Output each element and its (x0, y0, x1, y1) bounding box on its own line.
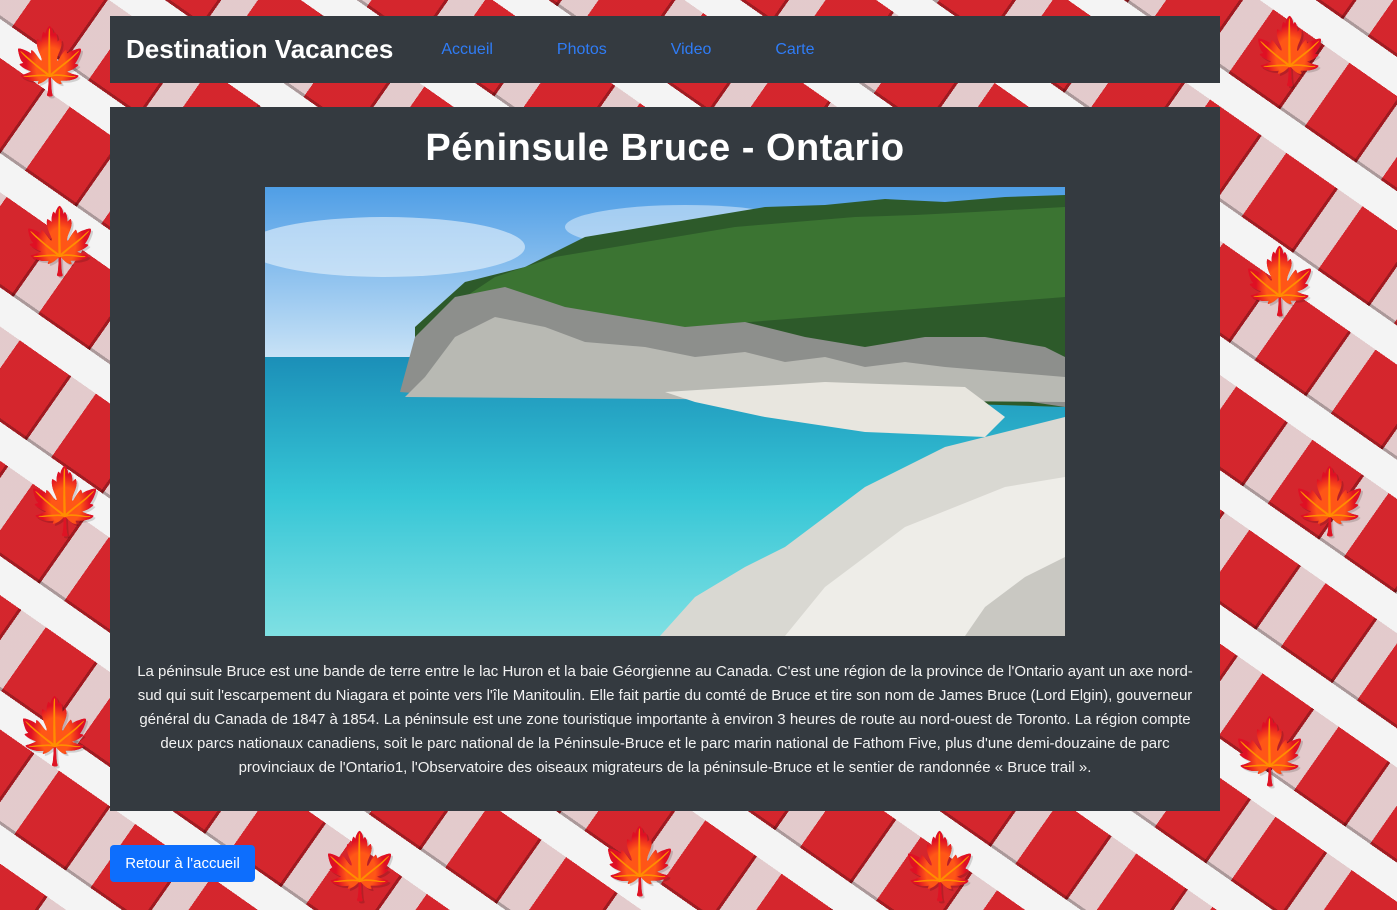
maple-leaf-icon: 🍁 (25, 465, 105, 539)
nav-link-accueil[interactable]: Accueil (441, 41, 493, 59)
nav-link-video[interactable]: Video (671, 41, 712, 59)
bruce-peninsula-photo (265, 187, 1065, 636)
nav-link-carte[interactable]: Carte (775, 41, 814, 59)
back-home-button[interactable]: Retour à l'accueil (110, 845, 255, 882)
maple-leaf-icon: 🍁 (900, 830, 980, 904)
maple-leaf-icon: 🍁 (15, 695, 95, 769)
maple-leaf-icon: 🍁 (1250, 15, 1330, 89)
maple-leaf-icon: 🍁 (20, 205, 100, 279)
landscape-illustration (265, 187, 1065, 636)
maple-leaf-icon: 🍁 (1290, 465, 1370, 539)
nav-link-photos[interactable]: Photos (557, 41, 607, 59)
top-navbar: Destination Vacances Accueil Photos Vide… (110, 16, 1220, 83)
maple-leaf-icon: 🍁 (10, 25, 90, 99)
main-content-card: Péninsule Bruce - Ontario La péninsule B… (110, 107, 1220, 811)
page-title: Péninsule Bruce - Ontario (425, 127, 905, 169)
site-brand[interactable]: Destination Vacances (126, 34, 393, 65)
maple-leaf-icon: 🍁 (320, 830, 400, 904)
maple-leaf-icon: 🍁 (1240, 245, 1320, 319)
maple-leaf-icon: 🍁 (1230, 715, 1310, 789)
maple-leaf-icon: 🍁 (600, 825, 680, 899)
destination-description: La péninsule Bruce est une bande de terr… (137, 663, 1193, 776)
